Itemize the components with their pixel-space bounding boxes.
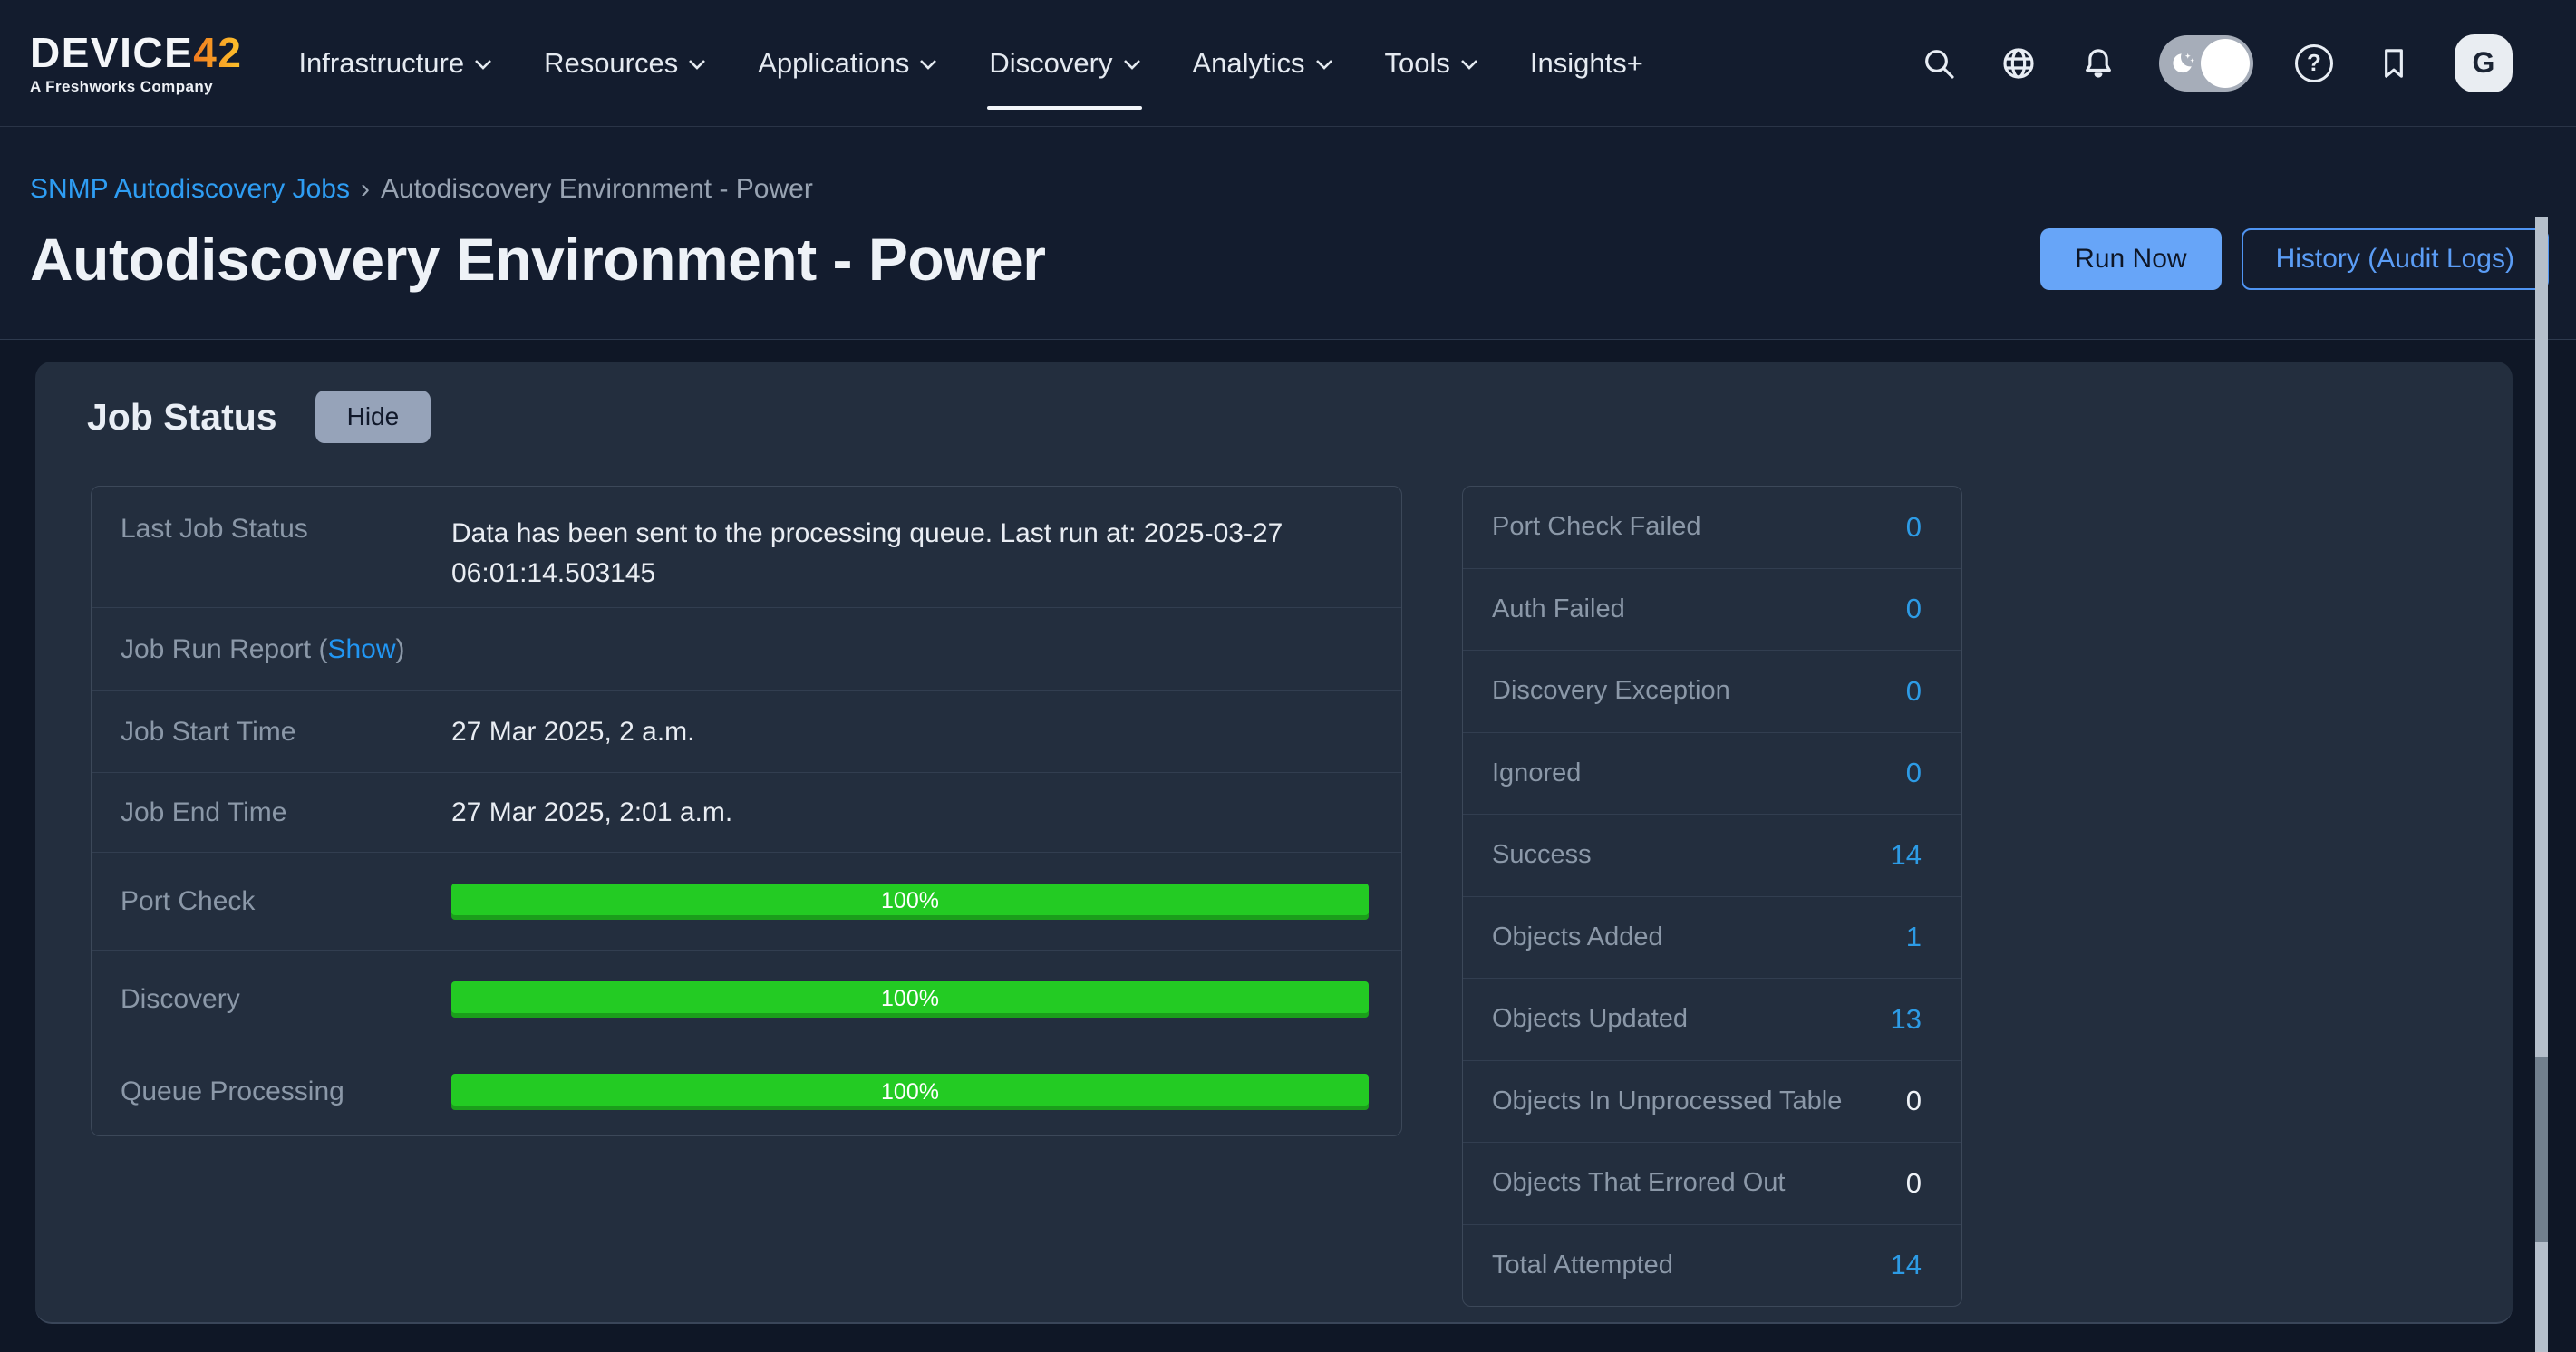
help-icon[interactable]: ? [2295, 44, 2333, 82]
breadcrumb: SNMP Autodiscovery Jobs › Autodiscovery … [30, 174, 2549, 205]
device42-app: DEVICE42 A Freshworks Company Infrastruc… [0, 0, 2576, 1352]
chevron-down-icon [1461, 60, 1477, 70]
stat-value-link[interactable]: 0 [1906, 511, 1922, 544]
globe-icon[interactable] [2000, 44, 2038, 82]
stat-row-objects-that-errored-out: Objects That Errored Out 0 [1463, 1143, 1961, 1225]
breadcrumb-current: Autodiscovery Environment - Power [381, 174, 813, 205]
table-row-queue-processing-progress: Queue Processing 100% [92, 1048, 1401, 1135]
stat-value-link[interactable]: 13 [1891, 1003, 1922, 1036]
content-area: Job Status Hide Last Job Status Data has… [0, 339, 2576, 1352]
stat-value-link[interactable]: 14 [1891, 839, 1922, 872]
stat-value-link[interactable]: 14 [1891, 1249, 1922, 1281]
row-label: Last Job Status [92, 514, 451, 545]
stat-row-total-attempted: Total Attempted 14 [1463, 1225, 1961, 1307]
stat-value-link[interactable]: 0 [1906, 675, 1922, 708]
nav-applications[interactable]: Applications [758, 47, 936, 80]
queue-processing-progress-bar: 100% [451, 1074, 1369, 1110]
chevron-down-icon [689, 60, 705, 70]
nav-discovery[interactable]: Discovery [989, 47, 1139, 80]
row-label: Job End Time [92, 797, 451, 828]
user-avatar[interactable]: G [2455, 34, 2513, 92]
discovery-progress-bar: 100% [451, 981, 1369, 1018]
stat-row-objects-updated: Objects Updated 13 [1463, 979, 1961, 1061]
stat-row-discovery-exception: Discovery Exception 0 [1463, 651, 1961, 733]
scrollbar-thumb[interactable] [2535, 1057, 2548, 1242]
stat-value-link[interactable]: 1 [1906, 921, 1922, 953]
nav-tools[interactable]: Tools [1385, 47, 1477, 80]
stat-row-objects-in-unprocessed-table: Objects In Unprocessed Table 0 [1463, 1061, 1961, 1144]
row-label: Discovery [92, 984, 451, 1015]
table-row-job-end-time: Job End Time 27 Mar 2025, 2:01 a.m. [92, 773, 1401, 853]
theme-toggle[interactable] [2159, 35, 2253, 92]
search-icon[interactable] [1920, 44, 1958, 82]
moon-icon [2168, 47, 2201, 80]
row-value: 27 Mar 2025, 2 a.m. [451, 712, 1401, 752]
bell-icon[interactable] [2079, 44, 2117, 82]
table-row-last-job-status: Last Job Status Data has been sent to th… [92, 487, 1401, 608]
row-label: Queue Processing [92, 1077, 451, 1107]
chevron-down-icon [1316, 60, 1332, 70]
table-row-job-start-time: Job Start Time 27 Mar 2025, 2 a.m. [92, 691, 1401, 773]
table-row-discovery-progress: Discovery 100% [92, 951, 1401, 1048]
bookmark-icon[interactable] [2375, 44, 2413, 82]
device42-logo[interactable]: DEVICE42 A Freshworks Company [30, 32, 242, 94]
show-report-link[interactable]: Show [327, 634, 395, 664]
page-title: Autodiscovery Environment - Power [30, 225, 1045, 294]
nav-actions: ? G [1920, 34, 2513, 92]
port-check-progress-bar: 100% [451, 884, 1369, 920]
top-nav-bar: DEVICE42 A Freshworks Company Infrastruc… [0, 0, 2576, 127]
history-audit-logs-button[interactable]: History (Audit Logs) [2242, 228, 2549, 290]
table-row-port-check-progress: Port Check 100% [92, 853, 1401, 951]
stat-value-link[interactable]: 0 [1906, 593, 1922, 625]
row-value: 27 Mar 2025, 2:01 a.m. [451, 793, 1401, 833]
job-stats-table: Port Check Failed 0 Auth Failed 0 Discov… [1462, 486, 1962, 1307]
stat-value: 0 [1906, 1167, 1922, 1200]
row-value: Data has been sent to the processing que… [451, 514, 1401, 594]
stat-row-success: Success 14 [1463, 815, 1961, 897]
nav-analytics[interactable]: Analytics [1193, 47, 1332, 80]
row-label: Job Start Time [92, 717, 451, 748]
table-row-job-run-report: Job Run Report (Show) [92, 608, 1401, 691]
chevron-down-icon [1124, 60, 1140, 70]
main-nav: Infrastructure Resources Applications Di… [298, 47, 1642, 80]
logo-tagline: A Freshworks Company [30, 79, 242, 94]
job-status-panel: Job Status Hide Last Job Status Data has… [35, 362, 2513, 1324]
nav-resources[interactable]: Resources [544, 47, 705, 80]
toggle-knob [2201, 39, 2250, 88]
hide-button[interactable]: Hide [315, 391, 431, 443]
breadcrumb-separator: › [361, 174, 370, 205]
stat-value: 0 [1906, 1085, 1922, 1117]
breadcrumb-link-snmp-jobs[interactable]: SNMP Autodiscovery Jobs [30, 174, 350, 205]
stat-row-port-check-failed: Port Check Failed 0 [1463, 487, 1961, 569]
job-status-heading: Job Status [87, 396, 277, 439]
stat-row-ignored: Ignored 0 [1463, 733, 1961, 816]
page-header: SNMP Autodiscovery Jobs › Autodiscovery … [0, 127, 2576, 339]
chevron-down-icon [920, 60, 936, 70]
nav-insights-plus[interactable]: Insights+ [1530, 47, 1643, 80]
stat-row-objects-added: Objects Added 1 [1463, 897, 1961, 980]
nav-infrastructure[interactable]: Infrastructure [298, 47, 491, 80]
row-label: Job Run Report (Show) [92, 634, 405, 665]
logo-text: DEVICE42 [30, 32, 242, 73]
row-label: Port Check [92, 886, 451, 917]
stat-value-link[interactable]: 0 [1906, 757, 1922, 789]
stat-row-auth-failed: Auth Failed 0 [1463, 569, 1961, 652]
job-details-table: Last Job Status Data has been sent to th… [91, 486, 1402, 1136]
vertical-scrollbar[interactable] [2535, 217, 2548, 1352]
chevron-down-icon [475, 60, 491, 70]
run-now-button[interactable]: Run Now [2040, 228, 2221, 290]
